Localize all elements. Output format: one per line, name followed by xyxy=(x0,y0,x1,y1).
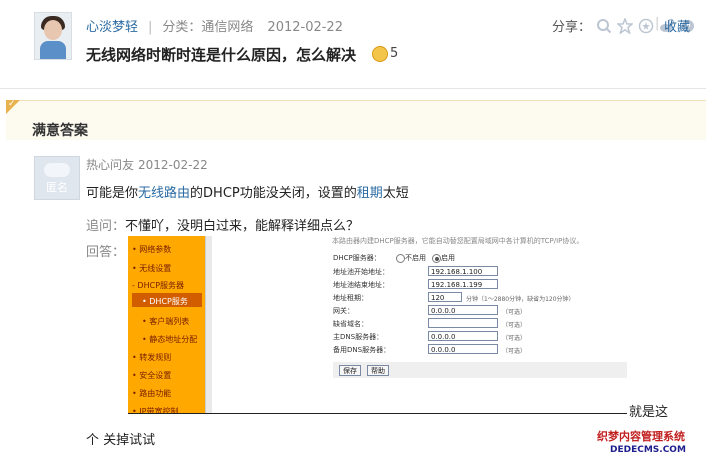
dhcp-disable-label: 不启用 xyxy=(405,254,426,262)
favorite-link[interactable]: 收藏 xyxy=(664,16,690,35)
answer-meta: 热心问友 2012-02-22 xyxy=(86,156,208,173)
router-nav-item: • 客户端列表 xyxy=(142,317,190,326)
router-dhcp-screenshot: • 网络参数 • 无线设置 - DHCP服务器 • DHCP服务 • 客户端列表… xyxy=(128,236,627,414)
question-category[interactable]: 分类：通信网络 xyxy=(162,20,253,35)
question-date: 2012-02-22 xyxy=(267,20,343,35)
search-share-icon[interactable] xyxy=(596,18,612,34)
domain-optional: （可选） xyxy=(502,322,527,329)
answer-text-mid: 的DHCP功能没关闭，设置的 xyxy=(190,186,357,201)
router-nav-item: • 网络参数 xyxy=(132,245,172,254)
avatar-body xyxy=(40,41,66,59)
anonymous-avatar: 匿名 xyxy=(34,156,80,200)
question-title: 无线网络时断时连是什么原因，怎么解决 xyxy=(86,46,357,64)
lease-link[interactable]: 租期 xyxy=(357,186,383,201)
best-answer-header xyxy=(6,100,706,141)
dhcp-enable-radio xyxy=(432,254,441,263)
router-dhcp-panel: 本路由器内建DHCP服务器，它能自动替您配置局域网中各计算机的TCP/IP协议。… xyxy=(212,236,627,413)
dhcp-enable-label: 启用 xyxy=(441,254,455,262)
meta-separator: | xyxy=(148,20,153,35)
wireless-router-link[interactable]: 无线路由 xyxy=(138,186,190,201)
router-nav-item: • DHCP服务 xyxy=(142,297,188,306)
followup-question: 追问：不懂吖，没明白过来，能解释详细点么？ xyxy=(86,215,359,234)
router-nav: • 网络参数 • 无线设置 - DHCP服务器 • DHCP服务 • 客户端列表… xyxy=(128,236,205,413)
followup-question-text: 不懂吖，没明白过来，能解释详细点么？ xyxy=(125,219,360,234)
router-nav-item: - DHCP服务器 xyxy=(132,281,185,290)
asker-name[interactable]: 心淡梦轻 xyxy=(86,20,138,35)
dhcp-server-label: DHCP服务器： xyxy=(333,254,381,262)
reward-coin-icon xyxy=(372,46,388,62)
share-label: 分享： xyxy=(552,20,592,35)
lease-label: 地址租期： xyxy=(333,294,368,302)
best-answer-heading: 满意答案 xyxy=(32,123,88,139)
dhcp-disable-radio xyxy=(396,254,405,263)
star-share-icon[interactable] xyxy=(617,17,634,34)
domain-label: 缺省域名： xyxy=(333,320,368,328)
dns2-field: 0.0.0.0 xyxy=(428,344,498,354)
router-panel-intro: 本路由器内建DHCP服务器，它能自动替您配置局域网中各计算机的TCP/IP协议。 xyxy=(332,237,584,245)
watermark-title: 织梦内容管理系统 xyxy=(597,430,685,443)
reward-points: 5 xyxy=(390,46,399,61)
followup-answer-label: 回答： xyxy=(86,245,126,260)
watermark-domain: DEDECMS.COM xyxy=(610,445,686,455)
answer-caption: 就是这 xyxy=(629,405,669,420)
question-meta: 心淡梦轻 | 分类：通信网络 2012-02-22 xyxy=(86,16,343,35)
gateway-label: 网关： xyxy=(333,307,354,315)
answer-text: 可能是你无线路由的DHCP功能没关闭，设置的租期太短 xyxy=(86,182,409,201)
lease-field: 120 xyxy=(428,292,462,302)
router-button-bar: 保存 帮助 xyxy=(333,362,627,378)
router-nav-item: • 无线设置 xyxy=(132,264,172,273)
router-help-button: 帮助 xyxy=(367,365,389,376)
router-nav-item: • 安全设置 xyxy=(132,371,172,380)
dns1-optional: （可选） xyxy=(502,335,527,342)
pool-end-label: 地址池结束地址： xyxy=(333,281,389,289)
dns1-field: 0.0.0.0 xyxy=(428,331,498,341)
check-icon: ✓ xyxy=(8,99,16,109)
gateway-field: 0.0.0.0 xyxy=(428,305,498,315)
router-nav-item: • IP带宽控制 xyxy=(132,407,179,414)
dns2-label: 备用DNS服务器： xyxy=(333,346,391,354)
favorite-separator: | xyxy=(655,16,660,31)
pool-start-field: 192.168.1.100 xyxy=(428,266,498,276)
answer-last-line: 个 关掉试试 xyxy=(86,433,156,448)
dns1-label: 主DNS服务器： xyxy=(333,333,384,341)
lease-hint: 分钟（1～2880分钟，缺省为120分钟） xyxy=(466,296,575,303)
answer-text-post: 太短 xyxy=(382,186,409,201)
cloud-icon xyxy=(44,163,70,177)
router-nav-item: • 静态地址分配 xyxy=(142,335,198,344)
router-nav-item: • 转发规则 xyxy=(132,353,172,362)
pool-start-label: 地址池开始地址： xyxy=(333,268,389,276)
anonymous-label: 匿名 xyxy=(46,181,68,194)
router-nav-item: • 路由功能 xyxy=(132,389,172,398)
answer-date: 2012-02-22 xyxy=(138,158,208,172)
followup-question-label: 追问： xyxy=(86,219,126,234)
router-save-button: 保存 xyxy=(339,365,361,376)
qzone-share-icon[interactable] xyxy=(638,18,654,34)
answer-author: 热心问友 xyxy=(86,158,135,172)
domain-field xyxy=(428,318,498,328)
pool-end-field: 192.168.1.199 xyxy=(428,279,498,289)
gateway-optional: （可选） xyxy=(502,309,527,316)
avatar-face xyxy=(44,20,62,40)
answer-text-pre: 可能是你 xyxy=(86,186,139,201)
dns2-optional: （可选） xyxy=(502,348,527,355)
user-avatar[interactable] xyxy=(34,12,72,60)
